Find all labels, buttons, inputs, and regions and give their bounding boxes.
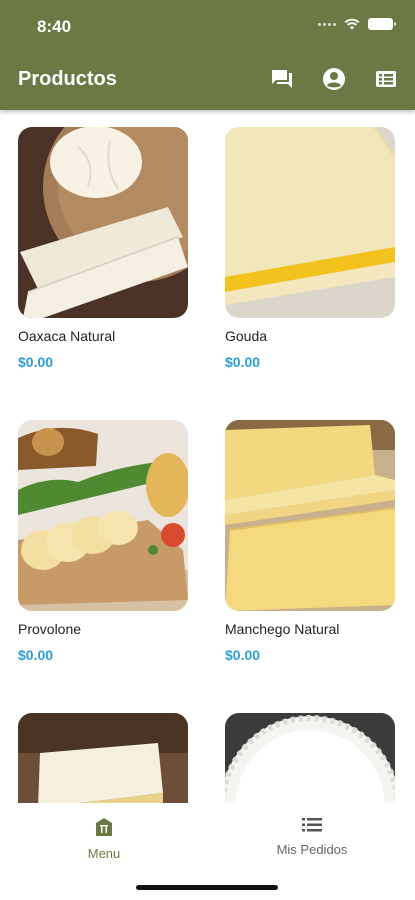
signal-icon bbox=[318, 22, 336, 26]
list-view-icon bbox=[376, 71, 396, 87]
battery-icon bbox=[368, 18, 396, 30]
product-image-manchego bbox=[225, 420, 395, 611]
account-button[interactable] bbox=[321, 66, 347, 92]
product-name: Manchego Natural bbox=[225, 621, 340, 637]
product-image-5 bbox=[18, 713, 188, 803]
wifi-icon bbox=[344, 18, 360, 30]
product-grid: Oaxaca Natural $0.00 Gouda $0.00 Provolo… bbox=[0, 110, 415, 803]
list-view-button[interactable] bbox=[373, 66, 399, 92]
home-indicator bbox=[136, 885, 278, 890]
nav-label: Menu bbox=[87, 846, 121, 861]
product-card[interactable] bbox=[18, 713, 188, 803]
product-card[interactable]: Manchego Natural $0.00 bbox=[225, 420, 395, 663]
product-price: $0.00 bbox=[225, 354, 261, 370]
page-title: Productos bbox=[18, 68, 117, 90]
status-time: 8:40 bbox=[37, 17, 72, 36]
chat-icon bbox=[272, 70, 292, 88]
product-price: $0.00 bbox=[225, 647, 261, 663]
chat-button[interactable] bbox=[269, 66, 295, 92]
product-image-gouda bbox=[225, 127, 395, 318]
product-card[interactable] bbox=[225, 713, 395, 803]
product-image-oaxaca bbox=[18, 127, 188, 318]
product-name: Provolone bbox=[18, 621, 82, 637]
nav-item-mis-pedidos[interactable]: Mis Pedidos bbox=[242, 817, 382, 857]
status-indicators bbox=[318, 18, 396, 30]
product-card[interactable]: Gouda $0.00 bbox=[225, 127, 395, 370]
product-price: $0.00 bbox=[18, 354, 54, 370]
product-name: Gouda bbox=[225, 328, 268, 344]
nav-label: Mis Pedidos bbox=[276, 842, 348, 857]
store-icon bbox=[96, 818, 112, 836]
product-name: Oaxaca Natural bbox=[18, 328, 116, 344]
nav-item-menu[interactable]: Menu bbox=[34, 817, 174, 861]
account-icon bbox=[323, 68, 345, 90]
appbar-actions bbox=[269, 66, 399, 92]
product-card[interactable]: Oaxaca Natural $0.00 bbox=[18, 127, 188, 370]
product-image-6 bbox=[225, 713, 395, 803]
product-card[interactable]: Provolone $0.00 bbox=[18, 420, 188, 663]
product-price: $0.00 bbox=[18, 647, 54, 663]
list-icon bbox=[302, 818, 322, 832]
product-image-provolone bbox=[18, 420, 188, 611]
app-bar: 8:40 Productos bbox=[0, 0, 415, 110]
